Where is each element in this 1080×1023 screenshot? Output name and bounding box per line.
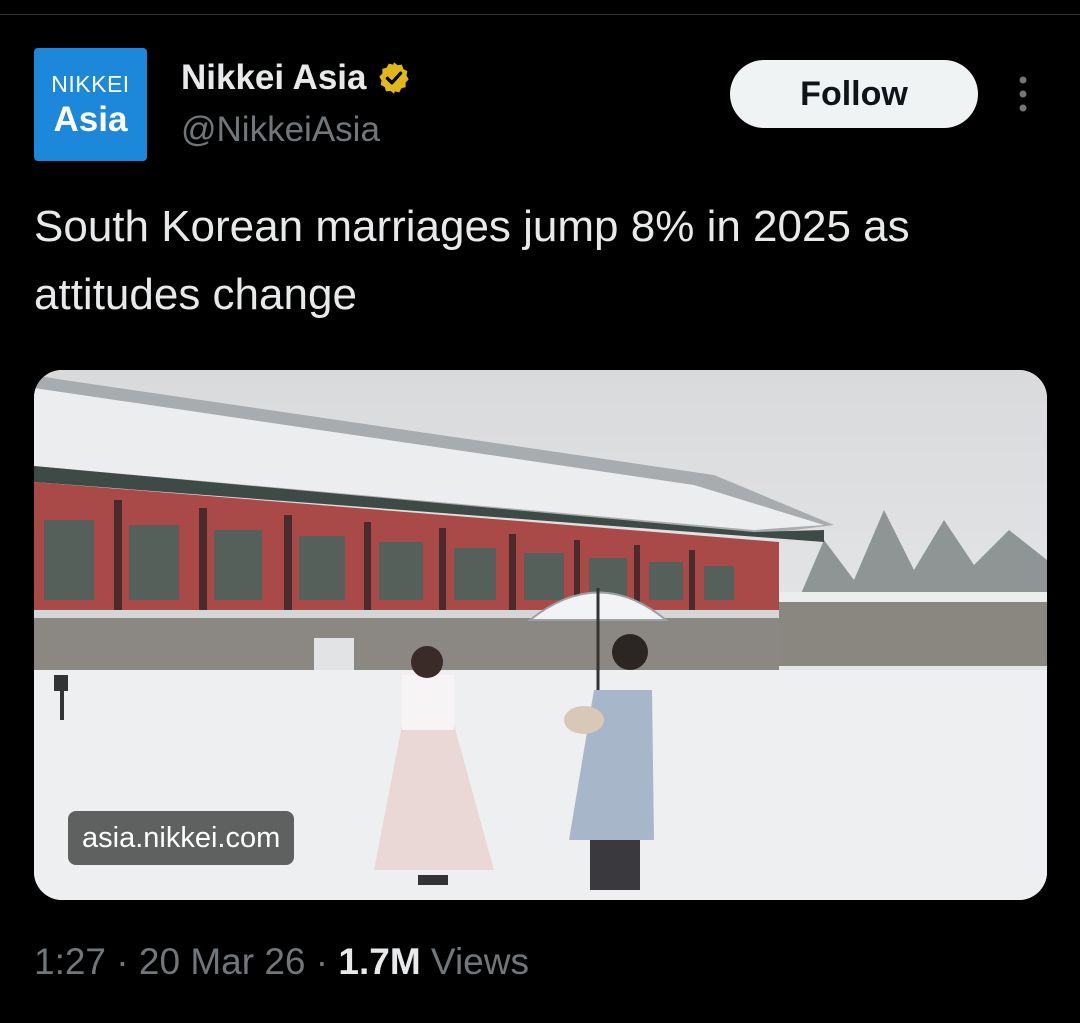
meta-separator: · <box>305 941 339 982</box>
views-count[interactable]: 1.7M <box>338 941 420 983</box>
post-time[interactable]: 1:27 <box>34 941 106 983</box>
avatar-line2: Asia <box>53 99 128 139</box>
post-date[interactable]: 20 Mar 26 <box>139 941 306 983</box>
avatar[interactable]: NIKKEI Asia <box>34 48 147 161</box>
meta-separator: · <box>106 941 139 982</box>
verified-badge-icon <box>379 62 410 94</box>
name-row: Nikkei Asia <box>181 58 412 98</box>
tweet-media-card[interactable]: asia.nikkei.com <box>34 370 1047 900</box>
media-source-badge: asia.nikkei.com <box>68 811 295 865</box>
more-options-icon[interactable] <box>1008 74 1038 114</box>
top-divider <box>0 14 1080 15</box>
follow-button[interactable]: Follow <box>730 60 978 128</box>
avatar-line1: NIKKEI <box>51 70 130 97</box>
tweet-text: South Korean marriages jump 8% in 2025 a… <box>34 202 910 319</box>
tweet-meta: 1:27 · 20 Mar 26 · 1.7M Views <box>34 941 529 983</box>
views-label: Views <box>420 941 529 982</box>
handle[interactable]: @NikkeiAsia <box>181 110 380 150</box>
display-name[interactable]: Nikkei Asia <box>181 58 366 98</box>
